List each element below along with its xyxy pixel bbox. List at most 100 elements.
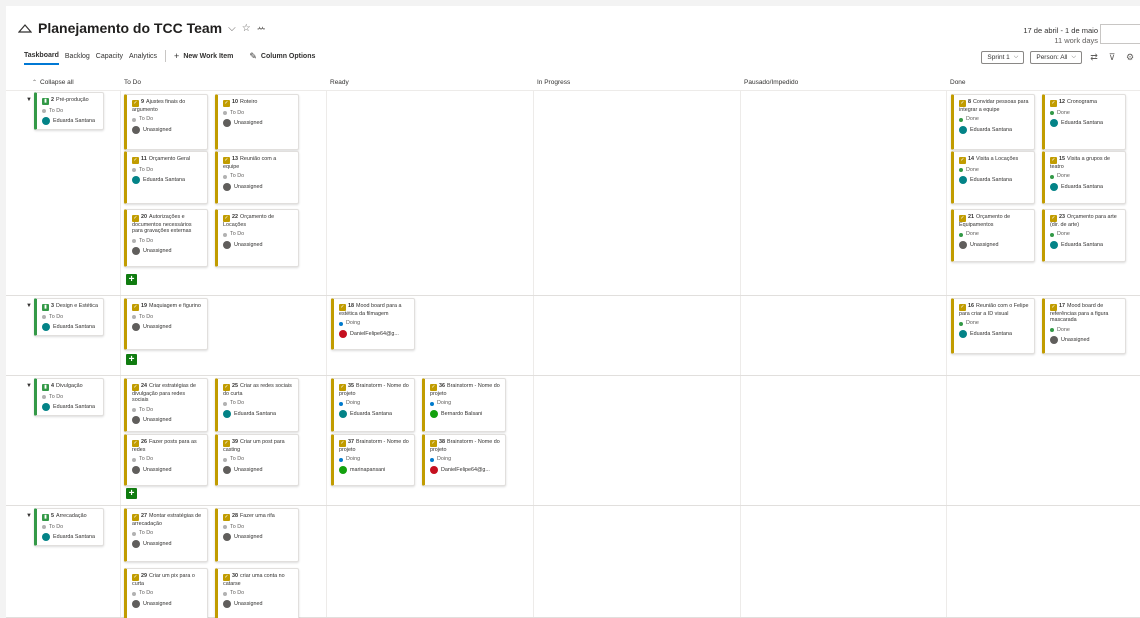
card-assignee[interactable]: Unassigned [132,416,202,425]
task-card[interactable]: ✓ 9 Ajustes finais do argumento To Do Unassi… [124,94,208,150]
card-title[interactable]: ✓ 11 Orçamento Geral [132,156,202,164]
card-title[interactable]: ✓ 30 criar uma conta no catarse [223,573,293,587]
card-title[interactable]: ✓ 20 Autorizações e documentos necessários… [132,214,202,235]
card-title[interactable]: ✓ 16 Reunião com o Felipe para criar a ID … [959,303,1029,317]
card-assignee[interactable]: Eduarda Santana [42,533,98,542]
favorite-star-icon[interactable]: ☆ [242,23,251,34]
lane-collapse-icon[interactable]: ▼ [26,383,32,389]
settings-toggle-icon[interactable]: ⇄ [1088,52,1100,63]
new-work-item-button[interactable]: + New Work Item [174,51,233,65]
task-card[interactable]: ✓ 29 Criar um pix para o curta To Do Unassig… [124,568,208,618]
card-state[interactable]: To Do [132,407,202,413]
title-chevron-icon[interactable]: ⌵ [228,23,236,34]
card-state[interactable]: To Do [132,530,202,536]
task-card[interactable]: ✓ 25 Criar as redes sociais do curta To Do E… [215,378,299,432]
parent-card[interactable]: ▮ 3 Design e Estética To Do Eduarda Santana [34,298,104,337]
card-state[interactable]: Done [1050,110,1120,116]
person-filter[interactable]: Person: All ⌵ [1030,51,1082,64]
card-assignee[interactable]: DanielFelipe64@g... [339,329,409,338]
card-title[interactable]: ✓ 36 Brainstorm - Nome do projeto [430,383,500,397]
task-card[interactable]: ✓ 28 Fazer uma rifa To Do Unassigned [215,508,299,562]
card-state[interactable]: To Do [132,116,202,122]
task-card[interactable]: ✓ 37 Brainstorm - Nome do projeto Doing mari… [331,434,415,486]
card-assignee[interactable]: Eduarda Santana [223,409,293,418]
column-options-button[interactable]: ✎ Column Options [249,51,315,66]
card-state[interactable]: To Do [223,524,293,530]
task-card[interactable]: ✓ 17 Mood board de referências para a figu… [1042,298,1126,354]
task-card[interactable]: ✓ 20 Autorizações e documentos necessários… [124,209,208,267]
task-card[interactable]: ✓ 12 Cronograma Done Eduarda Santana [1042,94,1126,150]
card-assignee[interactable]: Eduarda Santana [959,176,1029,185]
task-card[interactable]: ✓ 19 Maquiagem e figurino To Do Unassigned [124,298,208,350]
card-title[interactable]: ✓ 39 Criar um post para casting [223,439,293,453]
card-title[interactable]: ✓ 10 Roteiro [223,99,293,107]
card-title[interactable]: ✓ 29 Criar um pix para o curta [132,573,202,587]
parent-card[interactable]: ▮ 2 Pré-produção To Do Eduarda Santana [34,92,104,131]
card-title[interactable]: ✓ 35 Brainstorm - Nome do projeto [339,383,409,397]
card-title[interactable]: ✓ 8 Convidar pessoas para integrar a equip… [959,99,1029,113]
card-title[interactable]: ✓ 27 Montar estratégias de arrecadação [132,513,202,527]
card-assignee[interactable]: Unassigned [223,240,293,249]
parent-card[interactable]: ▮ 4 Divulgação To Do Eduarda Santana [34,378,104,417]
card-title[interactable]: ✓ 21 Orçamento de Equipamentos [959,214,1029,228]
task-card[interactable]: ✓ 27 Montar estratégias de arrecadação To D… [124,508,208,562]
tab-analytics[interactable]: Analytics [129,53,157,64]
task-card[interactable]: ✓ 26 Fazer posts para as redes To Do Unassig… [124,434,208,486]
lane-collapse-icon[interactable]: ▼ [26,303,32,309]
card-state[interactable]: Doing [430,456,500,462]
card-assignee[interactable]: Unassigned [132,323,202,332]
task-card[interactable]: ✓ 13 Reunião com a equipe To Do Unassigned [215,151,299,204]
task-card[interactable]: ✓ 16 Reunião com o Felipe para criar a ID … [951,298,1035,354]
card-title[interactable]: ▮ 5 Arrecadação [42,513,98,521]
card-assignee[interactable]: Eduarda Santana [959,125,1029,134]
card-title[interactable]: ✓ 38 Brainstorm - Nome do projeto [430,439,500,453]
tab-capacity[interactable]: Capacity [96,53,123,64]
task-card[interactable]: ✓ 24 Criar estratégias de divulgação para … [124,378,208,432]
card-state[interactable]: To Do [223,590,293,596]
board-title[interactable]: Planejamento do TCC Team [38,20,222,36]
card-title[interactable]: ✓ 25 Criar as redes sociais do curta [223,383,293,397]
card-assignee[interactable]: marinapansani [339,465,409,474]
card-assignee[interactable]: Eduarda Santana [339,409,409,418]
card-title[interactable]: ✓ 12 Cronograma [1050,99,1120,107]
card-assignee[interactable]: Unassigned [132,247,202,256]
card-assignee[interactable]: Unassigned [1050,336,1120,345]
card-title[interactable]: ✓ 9 Ajustes finais do argumento [132,99,202,113]
card-assignee[interactable]: Unassigned [223,465,293,474]
sprint-picker[interactable]: Sprint 1 ⌵ [981,51,1025,64]
card-title[interactable]: ✓ 13 Reunião com a equipe [223,156,293,170]
card-state[interactable]: To Do [132,238,202,244]
card-assignee[interactable]: Eduarda Santana [1050,240,1120,249]
task-card[interactable]: ✓ 10 Roteiro To Do Unassigned [215,94,299,150]
task-card[interactable]: ✓ 14 Visita a Locações Done Eduarda Santana [951,151,1035,204]
card-assignee[interactable]: Unassigned [223,119,293,128]
add-task-button[interactable]: + [126,354,137,365]
filter-icon[interactable]: ⊽ [1106,52,1118,63]
team-members-icon[interactable]: ꕀ [257,23,266,34]
card-title[interactable]: ✓ 24 Criar estratégias de divulgação para … [132,383,202,404]
card-state[interactable]: To Do [42,394,98,400]
card-title[interactable]: ✓ 37 Brainstorm - Nome do projeto [339,439,409,453]
add-task-button[interactable]: + [126,274,137,285]
task-card[interactable]: ✓ 21 Orçamento de Equipamentos Done Unassign… [951,209,1035,262]
card-assignee[interactable]: Unassigned [223,533,293,542]
card-state[interactable]: Doing [339,400,409,406]
card-state[interactable]: To Do [223,173,293,179]
card-state[interactable]: To Do [42,314,98,320]
card-state[interactable]: To Do [223,456,293,462]
tab-taskboard[interactable]: Taskboard [24,52,59,65]
card-title[interactable]: ✓ 23 Orçamento para arte (dir. de arte) [1050,214,1120,228]
card-state[interactable]: To Do [132,456,202,462]
task-card[interactable]: ✓ 35 Brainstorm - Nome do projeto Doing Edua… [331,378,415,432]
collapse-all-button[interactable]: ⌃ Collapse all [28,76,74,90]
card-state[interactable]: To Do [132,314,202,320]
card-assignee[interactable]: Unassigned [959,240,1029,249]
card-state[interactable]: To Do [132,167,202,173]
card-title[interactable]: ▮ 2 Pré-produção [42,97,98,105]
task-card[interactable]: ✓ 38 Brainstorm - Nome do projeto Doing Dani… [422,434,506,486]
task-card[interactable]: ✓ 18 Mood board para a estética da filmage… [331,298,415,350]
card-title[interactable]: ▮ 3 Design e Estética [42,303,98,311]
card-state[interactable]: Doing [339,456,409,462]
card-state[interactable]: Done [959,231,1029,237]
gear-icon[interactable]: ⚙ [1124,52,1136,63]
